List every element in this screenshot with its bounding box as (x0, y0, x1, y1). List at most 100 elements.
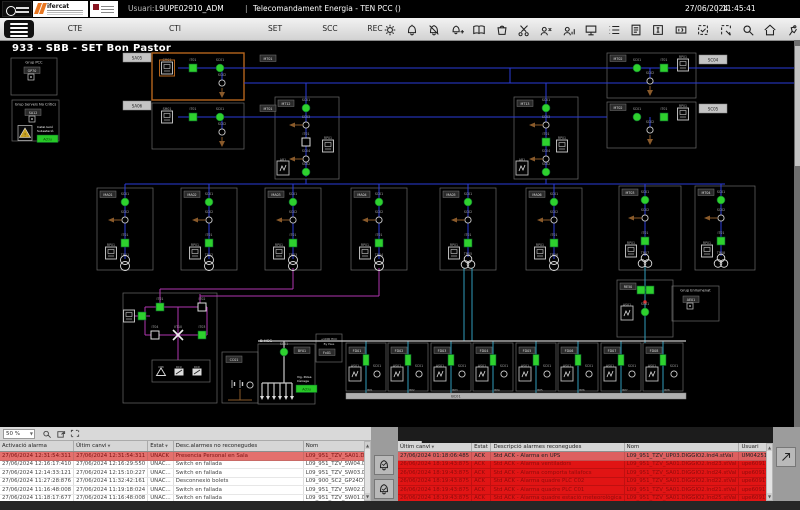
alarm-row[interactable]: 26/06/2024 18:19:43:875ACKStd ACK - Alar… (398, 460, 800, 469)
column-header[interactable]: Últim canvi ▼ (74, 441, 148, 452)
hamburger-menu-icon[interactable] (4, 20, 34, 38)
device-asq[interactable]: AS01 (519, 364, 531, 381)
unack-table-scrollbar[interactable]: ▲▼ (364, 441, 371, 501)
alarm-row[interactable]: 26/06/2024 18:19:43:875ACKStd ACK - Alar… (398, 469, 800, 478)
device-gsq[interactable]: IT01 (641, 231, 649, 245)
device-warn[interactable]: ! (18, 126, 32, 141)
bay-box[interactable]: Grup Enllumenat (672, 286, 719, 321)
device-recti[interactable] (193, 369, 202, 376)
device-gsq[interactable] (646, 286, 654, 294)
device-tr2[interactable]: TR06 (549, 253, 559, 271)
device-gsqV[interactable] (660, 355, 666, 366)
ack-page-bell-icon[interactable] (374, 479, 394, 499)
device-gnd[interactable] (647, 135, 653, 145)
menu-item-cte[interactable]: CTE (55, 24, 95, 33)
device-chip[interactable]: MT12 (278, 100, 294, 107)
device-chip[interactable]: MA01 (100, 191, 116, 198)
column-header[interactable]: Estat ▼ (148, 441, 173, 452)
device-rly[interactable]: RP01 (557, 136, 568, 152)
substation-single-line-diagram[interactable]: Grup PCCGrup Serveis No CríticsGrup Enll… (0, 40, 800, 427)
alarm-row[interactable]: 27/06/2024 12:14:33:12127/06/2024 12:15:… (0, 469, 421, 478)
alarm-off-icon[interactable] (426, 21, 443, 38)
alarm-row[interactable]: 27/06/2024 11:27:28:87627/06/2024 11:32:… (0, 477, 421, 486)
device-bat[interactable] (232, 380, 235, 388)
device-chip[interactable]: MT01 (260, 105, 276, 112)
device-chip[interactable]: GP70 (24, 67, 40, 74)
device-tr3[interactable]: TR05 (461, 252, 475, 268)
device-gcir[interactable]: SC01 (121, 192, 129, 206)
device-chip[interactable]: Fx01 (319, 349, 335, 356)
bus-name-tag[interactable]: SA06 (123, 101, 151, 110)
device-gsqV[interactable] (448, 355, 454, 366)
device-osq[interactable]: IT04 (151, 325, 159, 339)
device-gsq[interactable] (138, 312, 146, 320)
device-gcir[interactable]: SC01 (216, 58, 224, 72)
device-gbadge[interactable]: Actiu (296, 385, 317, 393)
device-tr2[interactable]: TR03 (288, 253, 298, 271)
device-mini[interactable] (28, 74, 34, 80)
device-chip[interactable]: AE01 (683, 296, 699, 303)
column-header[interactable]: Nom (624, 443, 739, 452)
device-ocir[interactable]: SC01 (415, 364, 423, 377)
device-chip[interactable]: MT04 (698, 189, 714, 196)
column-header[interactable]: Estat (472, 443, 491, 452)
device-asq[interactable]: AS01 (604, 364, 616, 381)
device-bat[interactable] (240, 380, 243, 388)
ack-table-scrollbar[interactable]: ▲▼ (766, 443, 773, 501)
user-config-icon[interactable] (538, 21, 555, 38)
zoom-level-select[interactable]: 50 %▼ (3, 429, 35, 439)
device-gsq[interactable]: IT01 (464, 233, 472, 247)
alarm-icon[interactable] (403, 21, 420, 38)
device-gnd[interactable] (219, 137, 225, 147)
alarm-row[interactable]: 27/06/2024 12:31:54:31127/06/2024 12:31:… (0, 452, 421, 461)
device-ocir[interactable]: SC01 (543, 364, 551, 377)
device-disc[interactable]: SC02 (451, 210, 472, 223)
device-ocir[interactable]: SC01 (670, 364, 678, 377)
device-rly[interactable]: SM01 (162, 107, 173, 123)
device-chip[interactable]: CC01 (226, 356, 242, 363)
device-chip[interactable]: FD02 (391, 347, 407, 354)
basket-icon[interactable] (493, 21, 510, 38)
device-rly[interactable]: RP01 (106, 243, 117, 259)
device-asq[interactable]: AS01 (561, 364, 573, 381)
device-chip[interactable]: MT03 (622, 189, 638, 196)
device-arr[interactable] (266, 396, 270, 400)
device-gsq[interactable]: IT01 (189, 58, 197, 72)
device-chip[interactable]: FD03 (434, 347, 450, 354)
settings-icon[interactable] (381, 21, 398, 38)
device-disc[interactable]: SC02 (192, 210, 213, 223)
alarm-row[interactable]: 27/06/2024 01:18:06:485ACKStd ACK - Alar… (398, 452, 800, 461)
device-disc[interactable]: SC04 (289, 149, 310, 162)
device-arr[interactable] (272, 396, 276, 400)
device-chip[interactable]: RE50 (620, 283, 636, 290)
device-ocir[interactable]: SC01 (500, 364, 508, 377)
device-gcir[interactable]: SC01 (216, 107, 224, 121)
device-gsq[interactable]: IT01 (550, 233, 558, 247)
device-asq[interactable]: AS01 (621, 303, 633, 320)
device-gcir[interactable]: SC01 (302, 98, 310, 112)
device-gcir[interactable]: SC01 (717, 190, 725, 204)
device-asq[interactable]: AS01 (476, 364, 488, 381)
device-tr2[interactable]: TR01 (120, 253, 130, 271)
device-gsqV[interactable] (405, 355, 411, 366)
bus-name-tag[interactable]: SC05 (699, 104, 727, 113)
device-rly[interactable]: RP01 (323, 136, 334, 152)
device-gsq[interactable]: IT01 (660, 58, 668, 72)
device-chip[interactable]: MA06 (529, 191, 545, 198)
bottom-busbar[interactable]: BC01 (346, 393, 686, 399)
device-chip[interactable]: MA05 (443, 191, 459, 198)
text-cursor-icon[interactable] (650, 21, 667, 38)
device-gcir[interactable]: SC01 (464, 192, 472, 206)
device-disc[interactable]: SC02 (108, 210, 129, 223)
device-arr[interactable] (284, 396, 288, 400)
device-rly[interactable]: RP01 (678, 55, 689, 71)
device-ocir[interactable]: SC02 (218, 122, 226, 135)
device-gsq[interactable]: IT01 (156, 297, 164, 311)
exit-runner-icon[interactable] (784, 21, 800, 38)
device-gsq[interactable]: IT01 (121, 233, 129, 247)
device-ocir[interactable]: SC02 (646, 120, 654, 133)
device-gcir[interactable]: SC01 (289, 192, 297, 206)
form-icon[interactable] (627, 21, 644, 38)
device-gsq[interactable]: IT01 (660, 107, 668, 121)
device-chip[interactable]: BY01 (294, 347, 310, 354)
